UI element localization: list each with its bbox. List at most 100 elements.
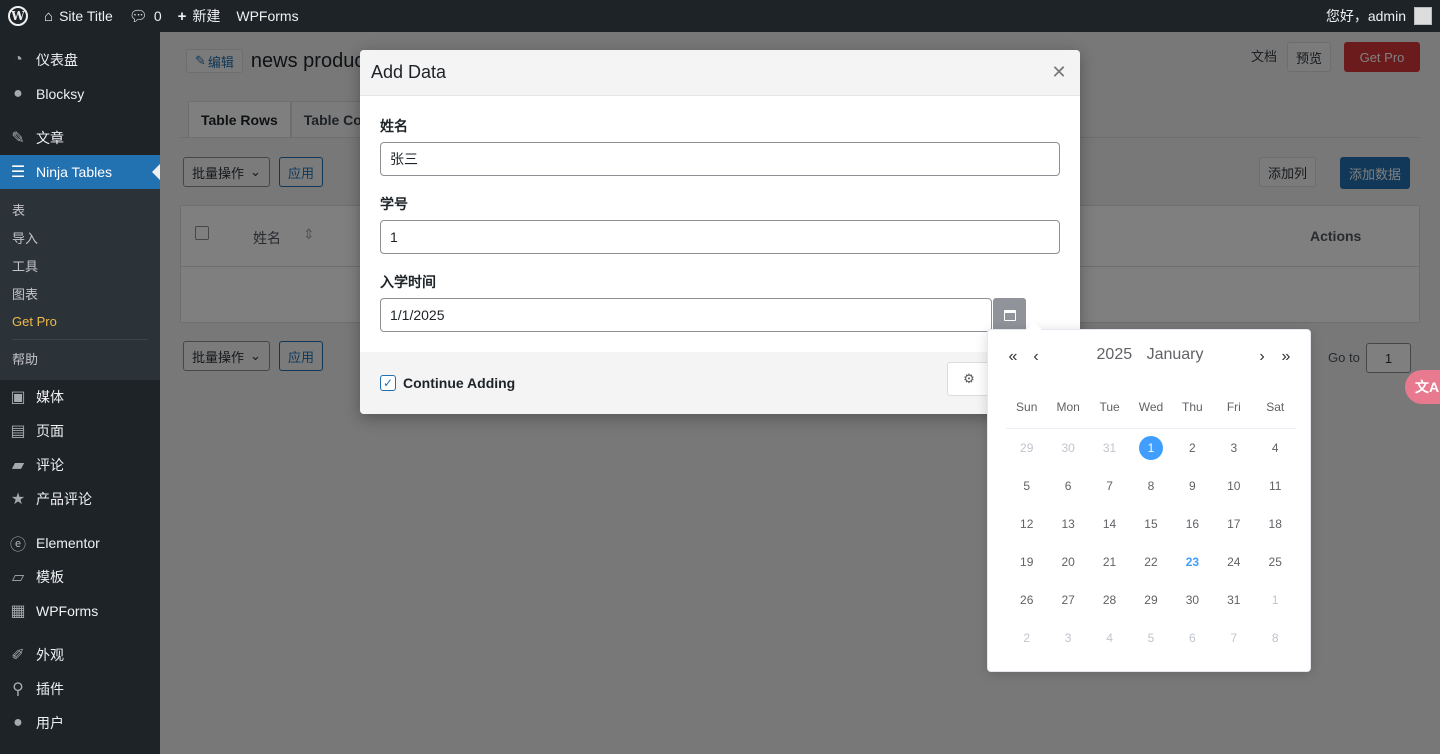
settings-button[interactable]: ⚙ [947,362,991,396]
calendar-button[interactable] [993,298,1026,332]
sidebar-item-product-reviews[interactable]: ★ 产品评论 [0,482,160,516]
wordpress-logo-button[interactable]: W [0,0,36,32]
date-cell[interactable]: 16 [1172,505,1213,543]
date-cell[interactable]: 19 [1006,543,1047,581]
sidebar-item-wpforms[interactable]: ▦ WPForms [0,594,160,628]
date-cell[interactable]: 2 [1006,619,1047,657]
date-cell[interactable]: 18 [1255,505,1296,543]
date-cell[interactable]: 9 [1172,467,1213,505]
date-cell[interactable]: 31 [1213,581,1254,619]
close-icon[interactable]: ✕ [1049,62,1069,83]
date-cell[interactable]: 12 [1006,505,1047,543]
date-cell[interactable]: 30 [1172,581,1213,619]
date-picker-header: « ‹ 2025 January › » [988,344,1312,370]
sidebar-item-appearance[interactable]: ✐ 外观 [0,638,160,672]
date-cell[interactable]: 5 [1006,467,1047,505]
enrollment-date-input[interactable] [380,298,992,332]
sidebar-item-blocksy[interactable]: ● Blocksy [0,77,160,111]
date-cell[interactable]: 6 [1047,467,1088,505]
date-number: 26 [1020,593,1034,607]
date-cell[interactable]: 30 [1047,429,1088,467]
date-cell[interactable]: 31 [1089,429,1130,467]
date-number: 13 [1061,517,1075,531]
comment-icon: 💬︎ [128,8,148,25]
date-cell[interactable]: 29 [1130,581,1171,619]
date-cell[interactable]: 8 [1255,619,1296,657]
sidebar-item-elementor[interactable]: ⓔ Elementor [0,526,160,560]
date-cell[interactable]: 2 [1172,429,1213,467]
name-input[interactable] [380,142,1060,176]
sidebar-item-dashboard[interactable]: ◔ 仪表盘 [0,43,160,77]
date-number: 7 [1230,631,1238,645]
date-cell[interactable]: 27 [1047,581,1088,619]
date-cell[interactable]: 7 [1089,467,1130,505]
year-label[interactable]: 2025 [1097,346,1133,363]
form-field-student-id: 学号 [380,194,1061,254]
site-title-link[interactable]: ⌂ Site Title [36,0,121,32]
date-cell[interactable]: 24 [1213,543,1254,581]
sidebar-item-label: 评论 [36,457,64,473]
submenu-item-tools[interactable]: 工具 [0,251,160,279]
date-cell[interactable]: 28 [1089,581,1130,619]
user-greeting[interactable]: 您好，admin [1326,6,1406,26]
date-cell[interactable]: 21 [1089,543,1130,581]
date-cell[interactable]: 17 [1213,505,1254,543]
comments-link[interactable]: 💬︎ 0 [121,0,170,32]
date-number: 30 [1061,441,1075,455]
next-month-icon[interactable]: › [1253,344,1271,370]
sidebar-item-ninja-tables[interactable]: ☰ Ninja Tables [0,155,160,189]
submenu-item-charts[interactable]: 图表 [0,279,160,307]
date-cell[interactable]: 7 [1213,619,1254,657]
date-cell[interactable]: 6 [1172,619,1213,657]
month-label[interactable]: January [1147,346,1204,363]
site-title: Site Title [59,8,113,24]
form-field-enrollment-date: 入学时间 [380,272,1061,332]
sidebar-item-plugins[interactable]: ⚲ 插件 [0,672,160,706]
date-cell[interactable]: 1 [1255,581,1296,619]
date-number: 3 [1064,631,1072,645]
date-cell[interactable]: 3 [1213,429,1254,467]
date-cell[interactable]: 4 [1089,619,1130,657]
date-cell[interactable]: 4 [1255,429,1296,467]
date-cell[interactable]: 11 [1255,467,1296,505]
date-cell[interactable]: 14 [1089,505,1130,543]
wpforms-link[interactable]: WPForms [228,0,306,32]
date-cell[interactable]: 3 [1047,619,1088,657]
date-cell[interactable]: 10 [1213,467,1254,505]
date-cell[interactable]: 5 [1130,619,1171,657]
date-cell[interactable]: 29 [1006,429,1047,467]
date-cell[interactable]: 13 [1047,505,1088,543]
continue-adding-label[interactable]: Continue Adding [403,375,515,391]
sidebar-item-pages[interactable]: ▤ 页面 [0,414,160,448]
translate-button[interactable]: 文A [1405,370,1440,404]
sidebar-item-label: 文章 [36,130,64,146]
date-cell[interactable]: 8 [1130,467,1171,505]
new-content-link[interactable]: + 新建 [170,0,229,32]
next-year-icon[interactable]: » [1277,344,1295,370]
date-cell[interactable]: 25 [1255,543,1296,581]
date-cell[interactable]: 20 [1047,543,1088,581]
student-id-input[interactable] [380,220,1060,254]
plugin-icon: ⚲ [12,681,24,698]
date-number: 20 [1061,555,1075,569]
date-grid: 29 30 31 1 2 3 4 5 6 7 8 9 10 11 12 13 14 15 16 17 18 19 20 21 2… [1006,429,1296,657]
submenu-item-get-pro[interactable]: Get Pro [0,307,160,335]
date-cell[interactable]: 15 [1130,505,1171,543]
date-cell-today[interactable]: 23 [1172,543,1213,581]
date-cell[interactable]: 22 [1130,543,1171,581]
submenu-item-import[interactable]: 导入 [0,223,160,251]
date-picker-popup: « ‹ 2025 January › » Sun Mon Tue Wed Thu Fri S… [987,322,1312,672]
sidebar-item-media[interactable]: ▣ 媒体 [0,380,160,414]
avatar[interactable] [1414,7,1432,25]
field-label-enrollment-date: 入学时间 [380,274,436,290]
date-cell-selected[interactable]: 1 [1130,429,1171,467]
add-data-modal: Add Data ✕ 姓名 学号 入学时间 ✓ Continue Adding … [360,50,1080,414]
date-cell[interactable]: 26 [1006,581,1047,619]
submenu-item-help[interactable]: 帮助 [0,344,160,372]
sidebar-item-templates[interactable]: ▱ 模板 [0,560,160,594]
submenu-item-tables[interactable]: 表 [0,195,160,223]
sidebar-item-comments[interactable]: ▰ 评论 [0,448,160,482]
continue-adding-checkbox[interactable]: ✓ [380,375,396,391]
sidebar-item-users[interactable]: ● 用户 [0,706,160,740]
sidebar-item-posts[interactable]: ✎ 文章 [0,121,160,155]
